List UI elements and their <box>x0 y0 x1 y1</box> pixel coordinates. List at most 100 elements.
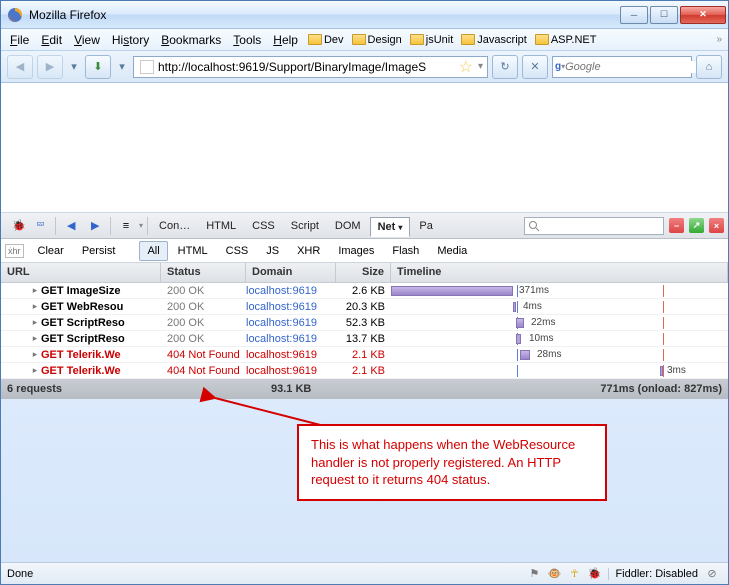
request-url: GET ImageSize <box>41 285 161 297</box>
nav-back-icon[interactable]: ◀ <box>60 215 82 236</box>
col-url[interactable]: URL <box>1 263 161 282</box>
filter-css[interactable]: CSS <box>218 241 257 261</box>
bookmark-folder[interactable]: Dev <box>305 34 347 46</box>
menu-edit[interactable]: Edit <box>36 31 67 49</box>
menu-tools[interactable]: Tools <box>228 31 266 49</box>
filter-media[interactable]: Media <box>429 241 475 261</box>
firebug-detach-button[interactable]: ↗ <box>689 218 704 233</box>
close-button[interactable]: ✕ <box>680 6 726 24</box>
twisty-icon[interactable]: ▸ <box>29 349 41 360</box>
titlebar: Mozilla Firefox ─ ☐ ✕ <box>1 1 728 29</box>
minimize-button[interactable]: ─ <box>620 6 648 24</box>
request-timeline: 28ms <box>391 349 728 361</box>
net-request-row[interactable]: ▸GET Telerik.We404 Not Foundlocalhost:96… <box>1 347 728 363</box>
forward-button[interactable]: ▶ <box>37 55 63 79</box>
filter-all[interactable]: All <box>139 241 167 261</box>
net-request-row[interactable]: ▸GET Telerik.We404 Not Foundlocalhost:96… <box>1 363 728 379</box>
request-status: 404 Not Found <box>161 365 246 377</box>
net-request-row[interactable]: ▸GET ScriptReso200 OKlocalhost:961913.7 … <box>1 331 728 347</box>
tab-net[interactable]: Net ▾ <box>370 217 411 237</box>
reload-button[interactable]: ↻ <box>492 55 518 79</box>
filter-html[interactable]: HTML <box>170 241 216 261</box>
overflow-chevron-icon[interactable]: » <box>716 34 722 45</box>
request-status: 200 OK <box>161 317 246 329</box>
clear-button[interactable]: Clear <box>30 241 72 261</box>
firebug-minimize-button[interactable]: − <box>669 218 684 233</box>
twisty-icon[interactable]: ▸ <box>29 285 41 296</box>
greasemonkey-icon[interactable]: 🐵 <box>546 567 562 580</box>
col-status[interactable]: Status <box>161 263 246 282</box>
tab-html[interactable]: HTML <box>199 217 243 235</box>
folder-icon <box>410 34 424 45</box>
bookmark-folder[interactable]: jsUnit <box>407 34 457 46</box>
search-input[interactable] <box>565 61 708 73</box>
xhr-icon[interactable]: ẋhr <box>5 244 24 258</box>
filter-flash[interactable]: Flash <box>384 241 427 261</box>
history-dropdown[interactable]: ▾ <box>67 55 81 79</box>
menu-view[interactable]: View <box>69 31 105 49</box>
inspect-icon[interactable]: ⮹ <box>29 215 51 236</box>
menu-file[interactable]: File <box>5 31 34 49</box>
filter-images[interactable]: Images <box>330 241 382 261</box>
tab-script[interactable]: Script <box>284 217 326 235</box>
twisty-icon[interactable]: ▸ <box>29 301 41 312</box>
bookmark-folder[interactable]: ASP.NET <box>532 34 600 46</box>
ankh-icon[interactable]: ☥ <box>566 567 582 580</box>
col-domain[interactable]: Domain <box>246 263 336 282</box>
col-timeline[interactable]: Timeline <box>391 263 728 282</box>
home-button[interactable]: ⌂ <box>696 55 722 79</box>
request-timeline: 3ms <box>391 365 728 377</box>
tab-dom[interactable]: DOM <box>328 217 368 235</box>
tab-console[interactable]: Con… <box>152 217 197 235</box>
download-button[interactable]: ⬇ <box>85 55 111 79</box>
firebug-icon[interactable]: 🐞 <box>5 215 27 236</box>
tab-css[interactable]: CSS <box>245 217 282 235</box>
twisty-icon[interactable]: ▸ <box>29 333 41 344</box>
nav-fwd-icon[interactable]: ▶ <box>84 215 106 236</box>
tab-page[interactable]: Pa <box>412 217 439 235</box>
search-bar[interactable]: g ▾ <box>552 56 692 78</box>
status-text: Done <box>7 568 33 580</box>
folder-icon <box>308 34 322 45</box>
net-request-row[interactable]: ▸GET ImageSize200 OKlocalhost:96192.6 KB… <box>1 283 728 299</box>
bookmark-star-icon[interactable]: ☆ <box>459 57 473 77</box>
flag-icon[interactable]: ⚑ <box>526 567 542 580</box>
request-url: GET ScriptReso <box>41 317 161 329</box>
lines-icon[interactable]: ≡ <box>115 216 137 236</box>
bug-icon[interactable]: 🐞 <box>586 567 602 580</box>
twisty-icon[interactable]: ▸ <box>29 365 41 376</box>
persist-button[interactable]: Persist <box>74 241 124 261</box>
page-content <box>1 83 728 213</box>
request-domain: localhost:9619 <box>246 333 336 345</box>
request-size: 13.7 KB <box>336 333 391 345</box>
menu-history[interactable]: History <box>107 31 154 49</box>
request-timeline: 371ms <box>391 285 728 297</box>
url-bar[interactable]: ☆ ▾ <box>133 56 488 78</box>
stop-button[interactable]: ✕ <box>522 55 548 79</box>
request-size: 2.1 KB <box>336 365 391 377</box>
menu-help[interactable]: Help <box>268 31 303 49</box>
firebug-search[interactable] <box>524 217 664 235</box>
twisty-icon[interactable]: ▸ <box>29 317 41 328</box>
download-dropdown[interactable]: ▾ <box>115 55 129 79</box>
url-dropdown-icon[interactable]: ▾ <box>478 61 483 72</box>
net-request-row[interactable]: ▸GET ScriptReso200 OKlocalhost:961952.3 … <box>1 315 728 331</box>
col-size[interactable]: Size <box>336 263 391 282</box>
bookmark-folder[interactable]: Javascript <box>458 34 530 46</box>
filter-xhr[interactable]: XHR <box>289 241 328 261</box>
back-button[interactable]: ◀ <box>7 55 33 79</box>
request-url: GET WebResou <box>41 301 161 313</box>
firebug-close-button[interactable]: × <box>709 218 724 233</box>
net-request-row[interactable]: ▸GET WebResou200 OKlocalhost:961920.3 KB… <box>1 299 728 315</box>
fiddler-status[interactable]: Fiddler: Disabled <box>608 568 698 580</box>
request-domain: localhost:9619 <box>246 317 336 329</box>
maximize-button[interactable]: ☐ <box>650 6 678 24</box>
url-input[interactable] <box>158 60 456 74</box>
bookmark-folder[interactable]: Design <box>349 34 405 46</box>
firebug-toolbar: 🐞 ⮹ ◀ ▶ ≡ ▾ Con… HTML CSS Script DOM Net… <box>1 213 728 239</box>
menu-bookmarks[interactable]: Bookmarks <box>156 31 226 49</box>
request-status: 200 OK <box>161 333 246 345</box>
filter-js[interactable]: JS <box>258 241 287 261</box>
request-domain: localhost:9619 <box>246 349 336 361</box>
error-icon[interactable]: ⊘ <box>704 567 720 580</box>
